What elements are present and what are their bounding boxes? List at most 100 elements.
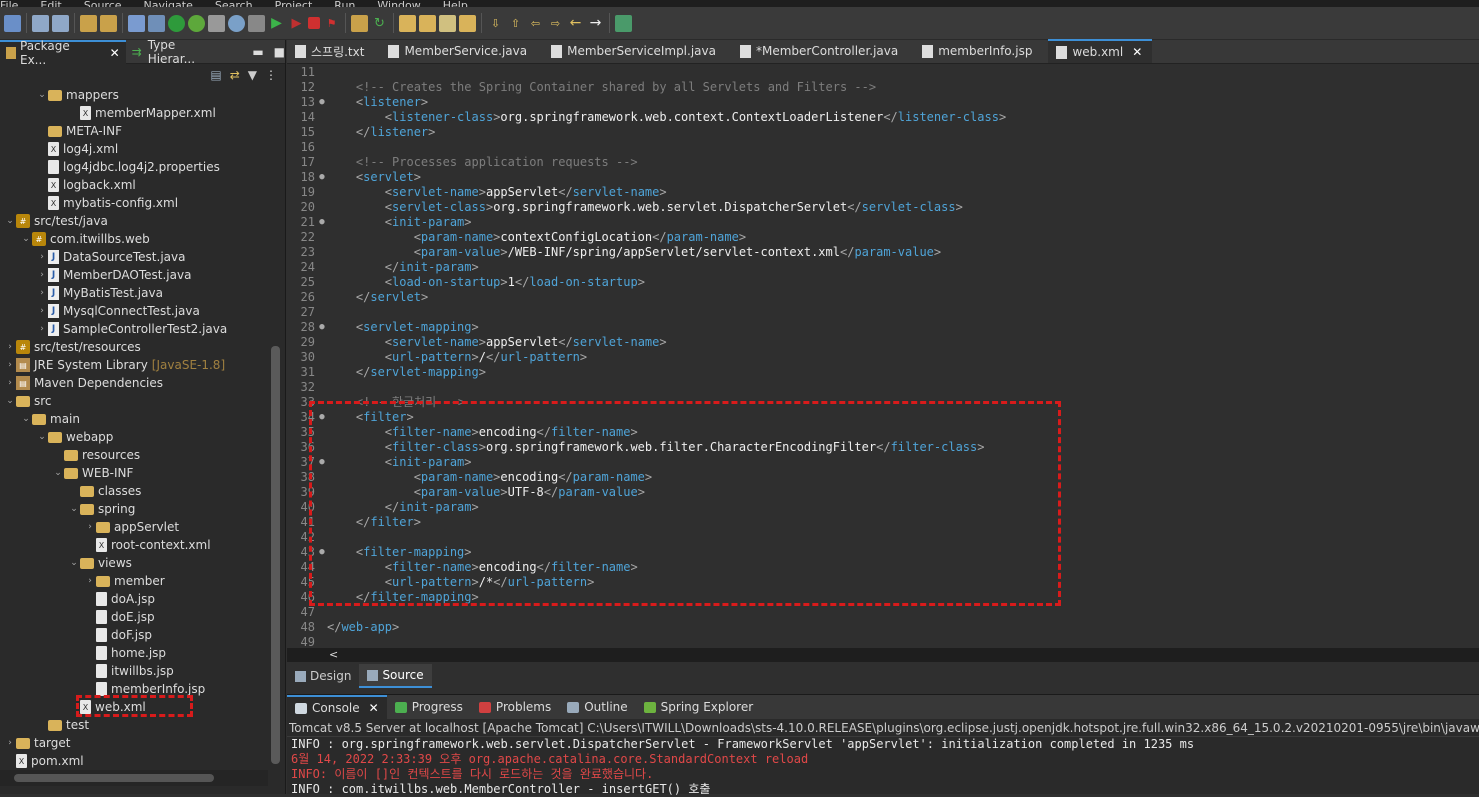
editor-horizontal-scrollbar[interactable]: < [287,648,1479,662]
tree-item[interactable]: ⌄ # src/test/java [0,212,268,230]
chevron-down-icon[interactable]: ⌄ [36,90,48,100]
tree-item[interactable]: › target [0,734,268,752]
search-icon[interactable] [248,14,265,32]
debug-icon[interactable] [148,14,165,32]
tree-item[interactable]: doE.jsp [0,608,268,626]
run-icon[interactable]: ▶ [268,15,285,32]
tree-item[interactable]: › J MysqlConnectTest.java [0,302,268,320]
power-icon[interactable] [168,14,185,32]
chevron-right-icon[interactable]: › [4,738,16,748]
new-icon[interactable] [4,14,21,32]
forward-icon[interactable]: → [587,15,604,32]
forward-edit-icon[interactable]: ⇨ [547,15,564,32]
editor-tab[interactable]: MemberServiceImpl.java [543,39,726,63]
maximize-icon[interactable]: ■ [274,45,285,59]
tree-item[interactable]: ⌄ views [0,554,268,572]
tree-item[interactable]: Xroot-context.xml [0,536,268,554]
back-edit-icon[interactable]: ⇦ [527,15,544,32]
fold-marker-icon[interactable]: ● [317,95,327,110]
fold-marker-icon[interactable]: ● [317,320,327,335]
stop-icon[interactable] [308,17,320,29]
tree-item[interactable]: › appServlet [0,518,268,536]
folder-icon[interactable] [459,14,476,32]
refresh-icon[interactable]: ↻ [371,15,388,32]
run-config-icon[interactable]: ▶ [288,15,305,32]
chevron-right-icon[interactable]: › [36,270,48,280]
open-folder-icon[interactable] [399,14,416,32]
tree-item[interactable]: resources [0,446,268,464]
chevron-right-icon[interactable]: › [4,360,16,370]
tree-item[interactable]: doF.jsp [0,626,268,644]
editor-mode-tab[interactable]: Source [359,664,432,688]
chevron-down-icon[interactable]: ⌄ [68,558,80,568]
flag-icon[interactable]: ⚑ [323,15,340,32]
tree-item[interactable]: log4jdbc.log4j2.properties [0,158,268,176]
open-type-icon[interactable] [419,14,436,32]
tree-item[interactable]: › member [0,572,268,590]
pencil-icon[interactable] [439,14,456,32]
tree-item[interactable]: doA.jsp [0,590,268,608]
tree-item[interactable]: itwillbs.jsp [0,662,268,680]
chevron-right-icon[interactable]: › [36,288,48,298]
editor-tab[interactable]: MemberService.java [380,39,537,63]
tree-item[interactable]: › J MemberDAOTest.java [0,266,268,284]
chevron-down-icon[interactable]: ⌄ [52,468,64,478]
terminal-icon[interactable] [128,14,145,32]
prev-annotation-icon[interactable]: ⇧ [507,15,524,32]
console-view-tab[interactable]: Outline [559,695,635,719]
tab-type-hierarchy[interactable]: ⇉ Type Hierar... [126,38,233,66]
grid-icon[interactable] [351,14,368,32]
filter-icon[interactable]: ▼ [248,68,257,82]
tree-item[interactable]: ⌄ spring [0,500,268,518]
tree-item[interactable]: ⌄ webapp [0,428,268,446]
console-view-tab[interactable]: Problems [471,695,559,719]
save-icon[interactable] [32,14,49,32]
tree-item[interactable]: › J DataSourceTest.java [0,248,268,266]
spring-boot-icon[interactable] [188,14,205,32]
next-annotation-icon[interactable]: ⇩ [487,15,504,32]
tree-item[interactable]: › ▤ Maven Dependencies [0,374,268,392]
view-menu-icon[interactable]: ⋮ [265,68,277,82]
chevron-down-icon[interactable]: ⌄ [20,234,32,244]
build-icon[interactable] [80,14,97,32]
collapse-all-icon[interactable]: ▤ [210,68,221,82]
console-view-tab[interactable]: Console ✕ [287,695,387,719]
tree-item[interactable]: ⌄ # com.itwillbs.web [0,230,268,248]
scroll-thumb[interactable] [14,774,214,782]
chevron-right-icon[interactable]: › [84,576,96,586]
editor-tab[interactable]: 스프링.txt [287,39,374,63]
globe-icon[interactable] [228,14,245,32]
tree-item[interactable]: META-INF [0,122,268,140]
tree-item[interactable]: home.jsp [0,644,268,662]
perspective-icon[interactable] [615,14,632,32]
tree-item[interactable]: ⌄ main [0,410,268,428]
editor-tab[interactable]: memberInfo.jsp [914,39,1042,63]
tree-item[interactable]: XmemberMapper.xml [0,104,268,122]
chevron-right-icon[interactable]: › [36,324,48,334]
server-icon[interactable] [208,14,225,32]
tree-item[interactable]: Xlogback.xml [0,176,268,194]
chevron-right-icon[interactable]: › [4,342,16,352]
chevron-down-icon[interactable]: ⌄ [4,396,16,406]
fold-marker-icon[interactable]: ● [317,170,327,185]
tree-item[interactable]: ⌄ mappers [0,86,268,104]
scroll-thumb[interactable] [271,346,280,764]
tree-item[interactable]: › J MyBatisTest.java [0,284,268,302]
editor-mode-tab[interactable]: Design [287,664,359,688]
chevron-right-icon[interactable]: › [36,306,48,316]
close-icon[interactable]: ✕ [1132,45,1142,59]
tree-horizontal-scrollbar[interactable] [0,770,268,786]
editor-tab[interactable]: *MemberController.java [732,39,908,63]
chevron-down-icon[interactable]: ⌄ [4,216,16,226]
console-view-tab[interactable]: Spring Explorer [636,695,762,719]
editor-tab[interactable]: web.xml ✕ [1048,39,1153,63]
tree-item[interactable]: › J SampleControllerTest2.java [0,320,268,338]
tree-item[interactable]: Xmybatis-config.xml [0,194,268,212]
tree-item[interactable]: Xpom.xml [0,752,268,770]
chevron-right-icon[interactable]: › [4,378,16,388]
tree-vertical-scrollbar[interactable] [268,86,282,770]
chevron-down-icon[interactable]: ⌄ [20,414,32,424]
close-icon[interactable]: ✕ [110,46,120,60]
tree-item[interactable]: ⌄ src [0,392,268,410]
tree-item[interactable]: Xlog4j.xml [0,140,268,158]
